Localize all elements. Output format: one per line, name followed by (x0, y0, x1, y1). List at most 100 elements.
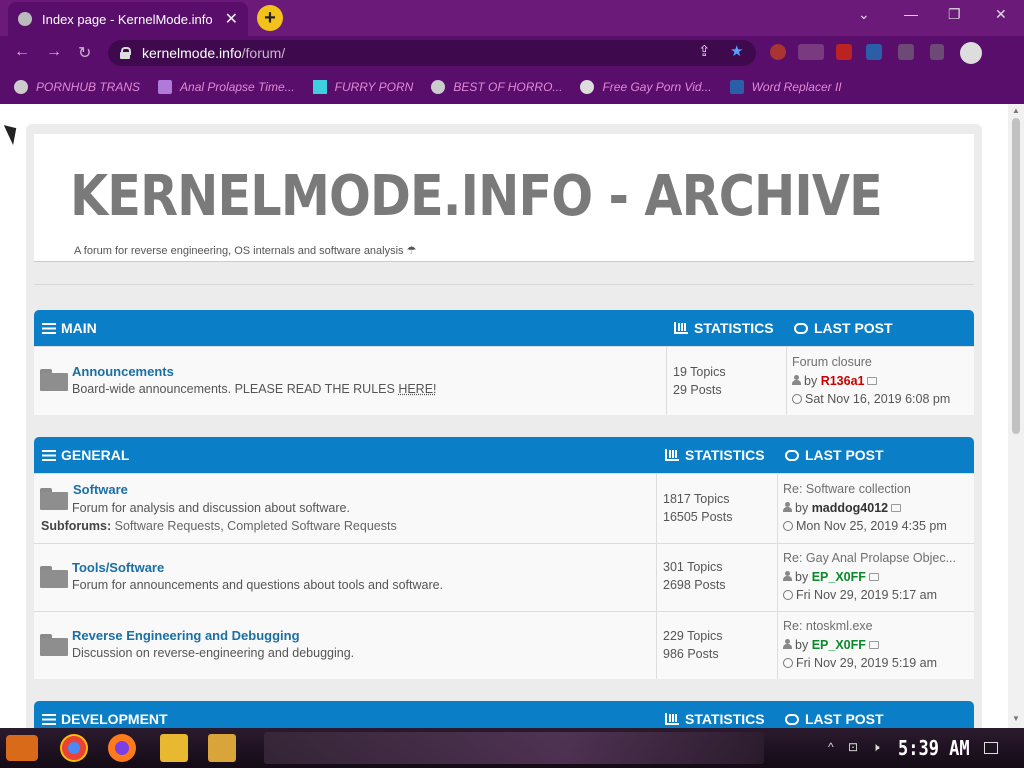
folder-icon (40, 566, 68, 588)
scrollbar-thumb[interactable] (1012, 118, 1020, 434)
author-link[interactable]: R136a1 (821, 374, 865, 388)
side-panel-icon[interactable] (930, 44, 944, 60)
by-label: by (804, 373, 818, 388)
tray-chevron-icon[interactable]: ^ (828, 740, 834, 754)
last-post-time: Sat Nov 16, 2019 6:08 pm (792, 390, 950, 409)
bookmark-item[interactable]: FURRY PORN (312, 80, 413, 94)
rules-link[interactable]: HERE! (398, 382, 436, 396)
last-post-title[interactable]: Re: Software collection (783, 480, 947, 499)
forum-title-link[interactable]: Announcements (72, 364, 174, 379)
category-header: DEVELOPMENT STATISTICS LAST POST (34, 701, 974, 728)
volume-icon[interactable]: 🕨 (872, 740, 880, 755)
statistics-label: STATISTICS (685, 711, 765, 727)
last-post-title[interactable]: Re: Gay Anal Prolapse Objec... (783, 549, 956, 568)
topic-count: 19 Topics (673, 365, 726, 379)
category-name: DEVELOPMENT (61, 711, 168, 727)
profile-avatar[interactable] (960, 42, 982, 64)
statistics-header: STATISTICS (665, 711, 765, 727)
lock-icon[interactable] (120, 47, 131, 59)
new-tab-button[interactable]: + (257, 5, 283, 31)
ublock-icon[interactable] (836, 44, 852, 60)
topic-count: 301 Topics (663, 560, 723, 574)
forum-row: Software Forum for analysis and discussi… (34, 473, 974, 543)
mouse-cursor-icon (3, 120, 23, 146)
scroll-up-icon[interactable]: ▲ (1012, 106, 1020, 115)
category-title[interactable]: DEVELOPMENT (42, 711, 168, 727)
tab-search-chevron-icon[interactable]: ⌄ (858, 6, 870, 23)
post-count: 2698 Posts (663, 578, 726, 592)
browser-tab[interactable]: Index page - KernelMode.info ✕ (8, 2, 248, 36)
post-count: 16505 Posts (663, 510, 733, 524)
close-window-button[interactable]: ✕ (995, 6, 1007, 23)
page-scrollbar[interactable]: ▲ ▼ (1008, 104, 1024, 728)
chat-icon (794, 322, 808, 334)
app-icon[interactable] (208, 734, 236, 762)
browser-titlebar: Index page - KernelMode.info ✕ + ⌄ — ❐ ✕ (0, 0, 1024, 36)
bookmark-item[interactable]: Free Gay Porn Vid... (580, 80, 712, 94)
goto-post-icon[interactable] (868, 640, 879, 649)
bookmark-star-icon[interactable]: ★ (730, 42, 743, 60)
url-host: kernelmode.info (142, 45, 242, 61)
restore-button[interactable]: ❐ (948, 6, 961, 23)
minimize-button[interactable]: — (904, 6, 918, 22)
goto-post-icon[interactable] (891, 503, 902, 512)
column-divider (786, 347, 787, 415)
subforum-links[interactable]: Software Requests, Completed Software Re… (115, 519, 397, 533)
file-explorer-icon[interactable] (160, 734, 188, 762)
statistics-header: STATISTICS (674, 320, 774, 336)
category-title[interactable]: GENERAL (42, 447, 129, 463)
bookmark-item[interactable]: Word Replacer II (729, 80, 842, 94)
taskbar-clock[interactable]: 5:39 AM (898, 736, 970, 760)
last-post-label: LAST POST (805, 447, 884, 463)
author-link[interactable]: maddog4012 (812, 501, 888, 515)
firefox-icon[interactable] (108, 734, 136, 762)
reload-button[interactable]: ↻ (78, 43, 91, 63)
last-post-time-text: Sat Nov 16, 2019 6:08 pm (805, 392, 951, 406)
back-button[interactable]: ← (14, 43, 30, 61)
column-divider (666, 347, 667, 415)
category-title[interactable]: MAIN (42, 320, 97, 336)
statistics-label: STATISTICS (685, 447, 765, 463)
forum-list: Software Forum for analysis and discussi… (34, 473, 974, 679)
forward-button[interactable]: → (46, 43, 62, 61)
bookmark-item[interactable]: Anal Prolapse Time... (158, 80, 295, 94)
site-favicon-icon (18, 12, 32, 26)
goto-post-icon[interactable] (867, 376, 878, 385)
site-logo-title[interactable]: KERNELMODE.INFO - ARCHIVE (70, 164, 883, 229)
word-replacer-icon[interactable] (866, 44, 882, 60)
extension-icon[interactable] (798, 44, 824, 60)
network-icon[interactable]: ⊡ (848, 740, 858, 754)
bookmark-item[interactable]: BEST OF HORRO... (431, 80, 562, 94)
header-divider (34, 284, 974, 285)
forum-stats: 229 Topics 986 Posts (663, 627, 723, 663)
chrome-icon[interactable] (60, 734, 88, 762)
url-path: /forum/ (241, 45, 286, 61)
forum-description-text: Board-wide announcements. PLEASE READ TH… (72, 382, 399, 396)
forum-title-link[interactable]: Reverse Engineering and Debugging (72, 628, 300, 643)
category-header: GENERAL STATISTICS LAST POST (34, 437, 974, 473)
puzzle-extensions-icon[interactable] (898, 44, 914, 60)
folder-icon (40, 488, 68, 510)
tab-close-icon[interactable]: ✕ (225, 9, 238, 29)
forum-title-link[interactable]: Tools/Software (72, 560, 164, 575)
last-post: Forum closure by R136a1 Sat Nov 16, 2019… (792, 353, 950, 409)
by-label: by (795, 569, 809, 584)
author-link[interactable]: EP_X0FF (812, 570, 866, 584)
subforums-line: Subforums: Software Requests, Completed … (41, 519, 397, 533)
scroll-down-icon[interactable]: ▼ (1012, 714, 1020, 723)
start-button[interactable] (6, 735, 38, 761)
category-development: DEVELOPMENT STATISTICS LAST POST (34, 701, 974, 728)
address-bar[interactable]: kernelmode.info/forum/ (108, 40, 756, 66)
last-post-author: by R136a1 (792, 372, 950, 391)
extension-avatar-icon[interactable] (770, 44, 786, 60)
last-post-time: Fri Nov 29, 2019 5:17 am (783, 586, 956, 605)
last-post-title[interactable]: Re: ntoskml.exe (783, 617, 937, 636)
last-post-title[interactable]: Forum closure (792, 353, 950, 372)
site-description: A forum for reverse engineering, OS inte… (74, 245, 417, 257)
bookmark-item[interactable]: PORNHUB TRANS (14, 80, 140, 94)
notifications-icon[interactable] (984, 742, 998, 754)
author-link[interactable]: EP_X0FF (812, 638, 866, 652)
forum-title-link[interactable]: Software (73, 482, 128, 497)
share-icon[interactable]: ⇪ (698, 42, 711, 60)
goto-post-icon[interactable] (868, 572, 879, 581)
